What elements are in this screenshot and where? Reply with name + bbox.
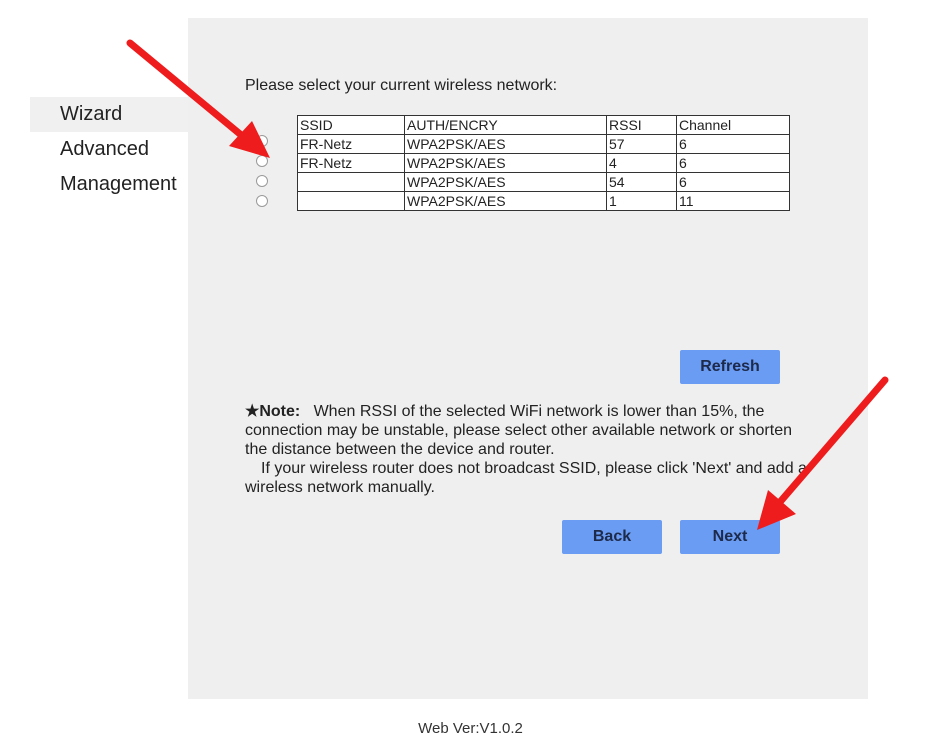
table-row[interactable]: WPA2PSK/AES 1 11 (297, 191, 790, 211)
cell-channel: 6 (676, 153, 790, 173)
refresh-button[interactable]: Refresh (680, 350, 780, 384)
cell-rssi: 54 (606, 172, 677, 192)
cell-auth: WPA2PSK/AES (404, 191, 607, 211)
cell-auth: WPA2PSK/AES (404, 134, 607, 154)
cell-channel: 6 (676, 172, 790, 192)
cell-channel: 6 (676, 134, 790, 154)
sidebar-item-advanced[interactable]: Advanced (30, 132, 188, 167)
column-header-rssi: RSSI (606, 115, 677, 135)
table-row[interactable]: WPA2PSK/AES 54 6 (297, 172, 790, 192)
network-radio-1[interactable] (256, 135, 268, 147)
cell-ssid (297, 172, 405, 192)
cell-ssid: FR-Netz (297, 134, 405, 154)
note-text-ssid: If your wireless router does not broadca… (245, 460, 807, 496)
cell-rssi: 4 (606, 153, 677, 173)
sidebar-item-management[interactable]: Management (30, 167, 188, 202)
column-header-channel: Channel (676, 115, 790, 135)
table-row[interactable]: FR-Netz WPA2PSK/AES 57 6 (297, 134, 790, 154)
cell-auth: WPA2PSK/AES (404, 172, 607, 192)
network-select-prompt: Please select your current wireless netw… (245, 77, 558, 94)
sidebar-item-wizard[interactable]: Wizard (30, 97, 188, 132)
network-radio-group (256, 135, 268, 215)
network-radio-3[interactable] (256, 175, 268, 187)
note-block: ★Note: When RSSI of the selected WiFi ne… (245, 402, 815, 497)
table-row[interactable]: FR-Netz WPA2PSK/AES 4 6 (297, 153, 790, 173)
cell-auth: WPA2PSK/AES (404, 153, 607, 173)
star-icon: ★ (245, 403, 260, 420)
network-radio-4[interactable] (256, 195, 268, 207)
cell-ssid: FR-Netz (297, 153, 405, 173)
cell-ssid (297, 191, 405, 211)
column-header-auth: AUTH/ENCRY (404, 115, 607, 135)
note-text-rssi: When RSSI of the selected WiFi network i… (245, 403, 792, 458)
note-label: Note: (259, 403, 301, 420)
main-panel: Please select your current wireless netw… (188, 18, 868, 699)
cell-rssi: 1 (606, 191, 677, 211)
column-header-ssid: SSID (297, 115, 405, 135)
back-button[interactable]: Back (562, 520, 662, 554)
next-button[interactable]: Next (680, 520, 780, 554)
cell-channel: 11 (676, 191, 790, 211)
cell-rssi: 57 (606, 134, 677, 154)
version-footer: Web Ver:V1.0.2 (418, 720, 523, 737)
sidebar: Wizard Advanced Management (30, 97, 188, 202)
network-radio-2[interactable] (256, 155, 268, 167)
wifi-network-table: SSID AUTH/ENCRY RSSI Channel FR-Netz WPA… (297, 115, 790, 211)
table-header-row: SSID AUTH/ENCRY RSSI Channel (297, 115, 790, 135)
